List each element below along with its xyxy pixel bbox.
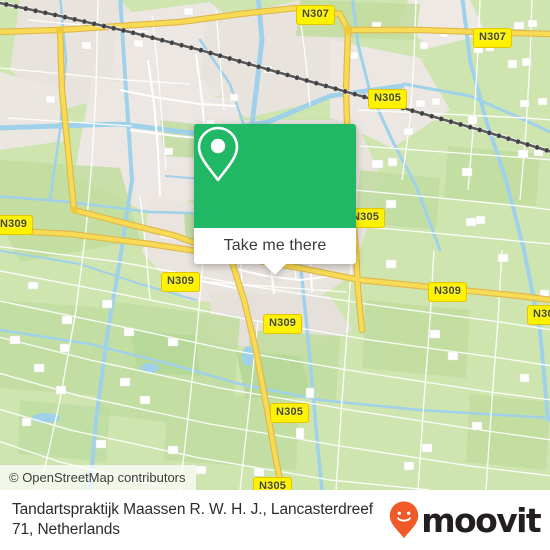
road-shield: N309 bbox=[161, 272, 201, 292]
map-canvas[interactable]: N307 N307 N305 N309 N305 N309 N309 N309 … bbox=[0, 0, 550, 490]
road-shield: N305 bbox=[368, 89, 408, 109]
location-popup-card[interactable]: Take me there bbox=[194, 124, 356, 275]
map-pin-icon bbox=[197, 126, 239, 182]
road-shield: N309 bbox=[0, 215, 34, 235]
moovit-wordmark: moovit bbox=[421, 500, 541, 540]
moovit-logo[interactable]: moovit bbox=[389, 501, 550, 539]
popup-pointer-tail bbox=[264, 264, 286, 275]
take-me-there-button[interactable]: Take me there bbox=[194, 228, 356, 275]
moovit-smiley-pin-icon bbox=[390, 501, 419, 539]
popup-icon-area bbox=[194, 124, 356, 228]
road-shield: N307 bbox=[473, 28, 513, 48]
map-attribution[interactable]: © OpenStreetMap contributors bbox=[0, 465, 196, 490]
road-shield: N305 bbox=[253, 477, 293, 490]
road-shield: N305 bbox=[270, 403, 310, 423]
road-shield: N309 bbox=[263, 314, 303, 334]
map-page: N307 N307 N305 N309 N305 N309 N309 N309 … bbox=[0, 0, 550, 550]
road-shield: N30 bbox=[527, 305, 550, 325]
footer-bar: Tandartspraktijk Maassen R. W. H. J., La… bbox=[0, 490, 550, 550]
road-shield: N307 bbox=[296, 5, 336, 25]
road-shield: N309 bbox=[428, 282, 468, 302]
take-me-there-label: Take me there bbox=[223, 237, 327, 254]
place-name: Tandartspraktijk Maassen R. W. H. J., La… bbox=[12, 501, 373, 538]
